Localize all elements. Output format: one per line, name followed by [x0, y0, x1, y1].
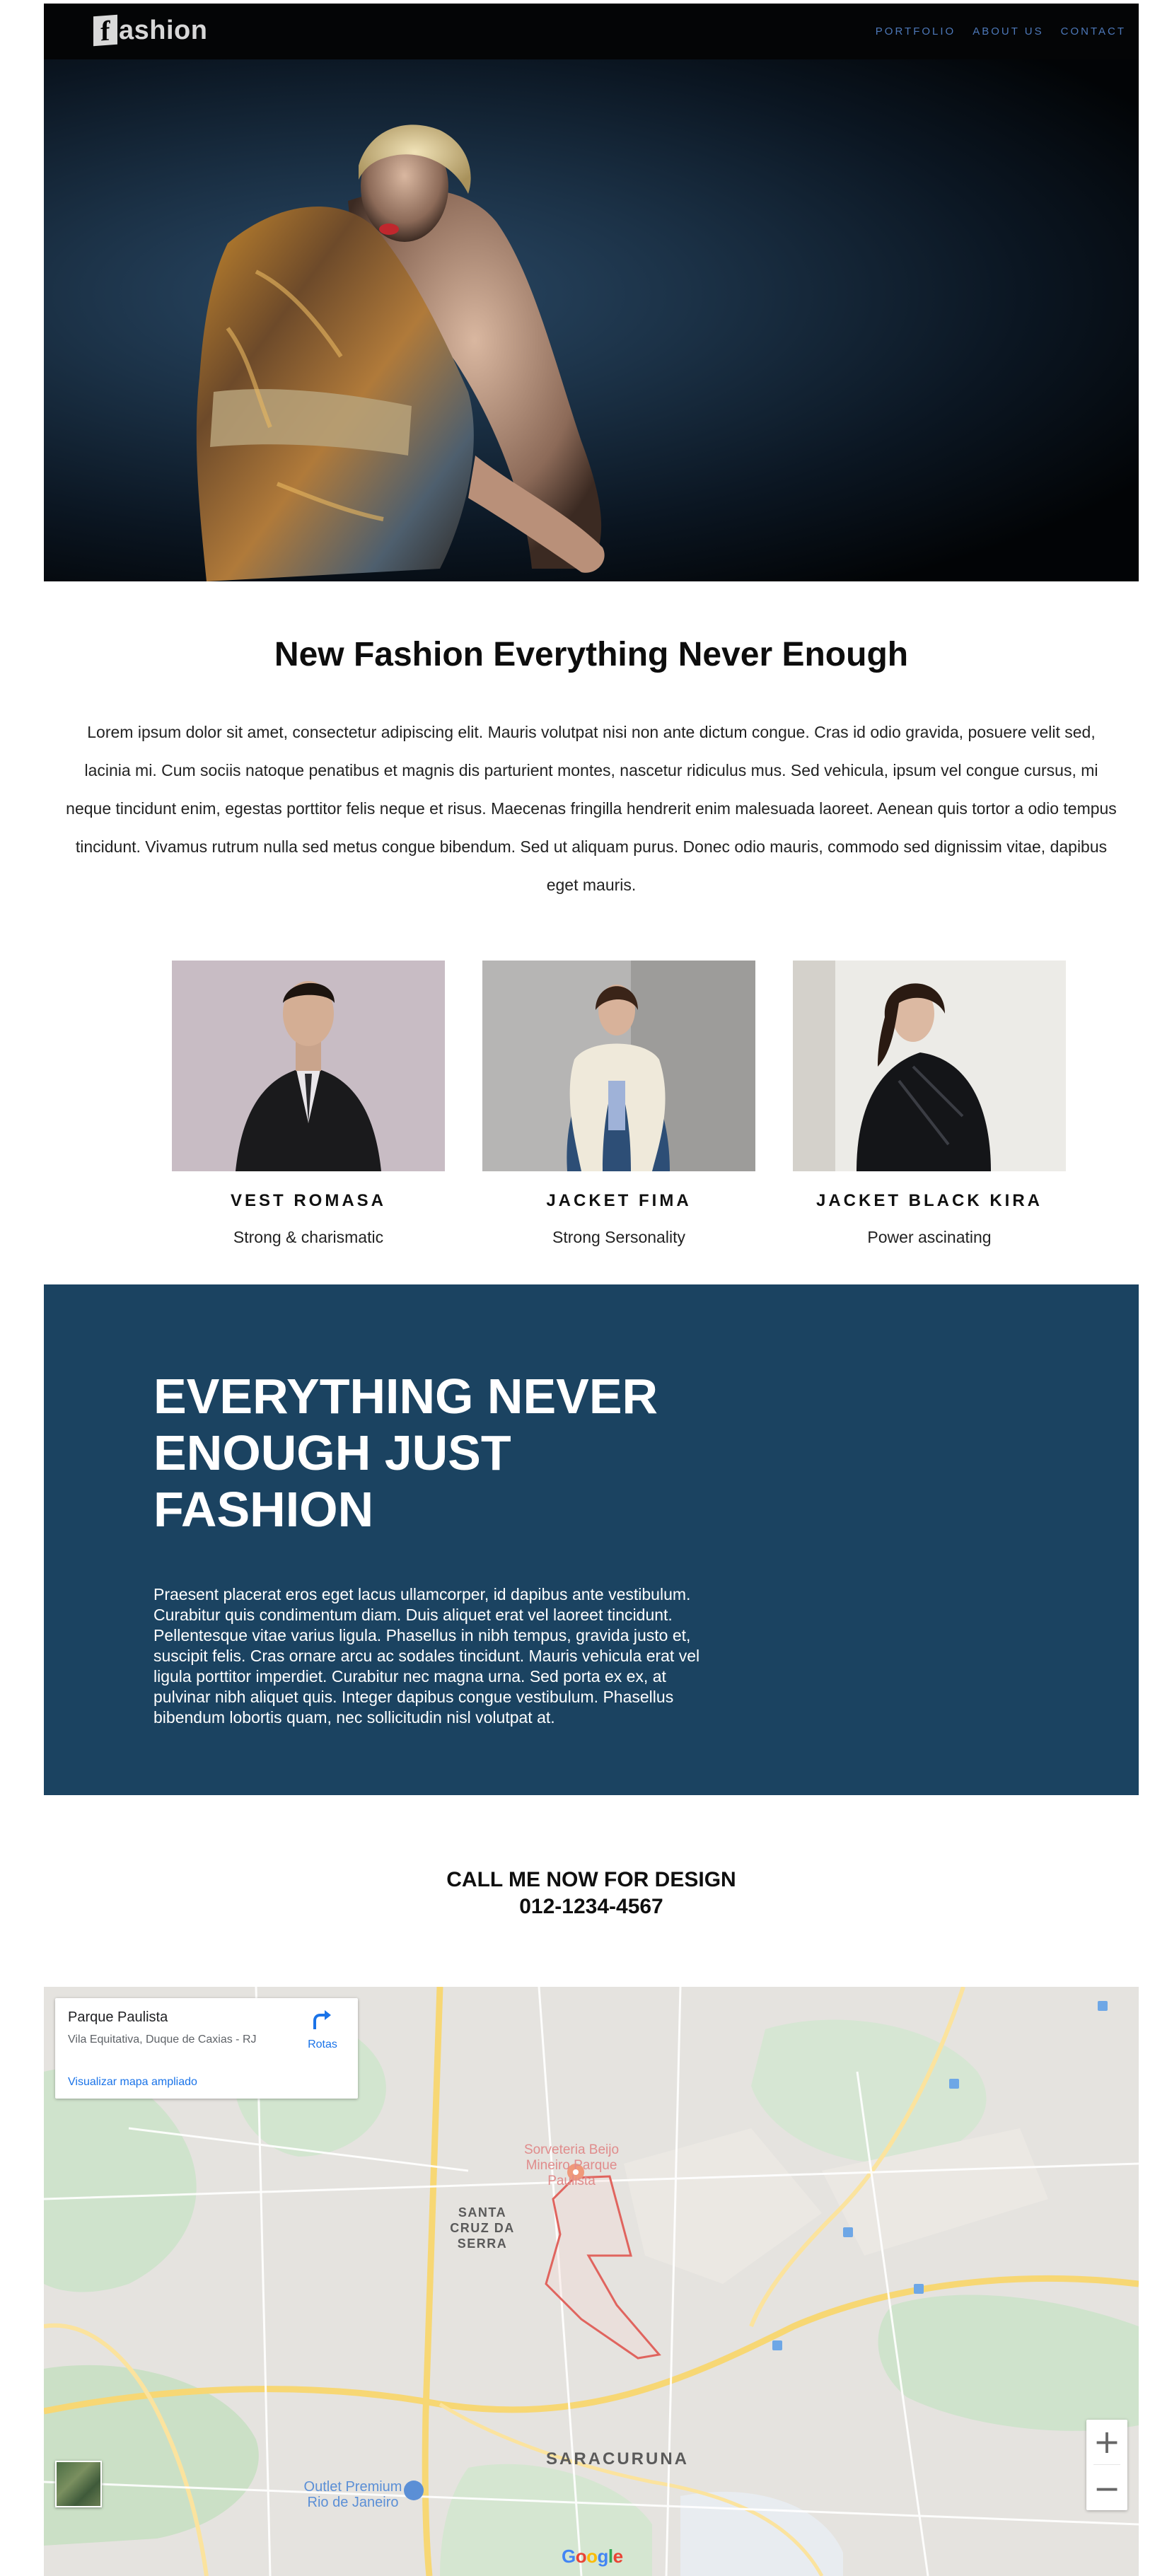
satellite-toggle[interactable] — [55, 2461, 102, 2507]
product-tagline: Power ascinating — [867, 1228, 992, 1246]
product-photo-illustration — [793, 961, 1066, 1171]
nav-link-contact[interactable]: CONTACT — [1061, 25, 1126, 37]
product-card-jacket-black-kira[interactable]: JACKET BLACK KIRA Power ascinating — [793, 961, 1066, 1247]
map-place-name: Parque Paulista — [68, 2009, 168, 2025]
product-tagline: Strong Sersonality — [552, 1228, 685, 1246]
directions-button[interactable]: Rotas — [301, 2008, 344, 2051]
directions-icon — [310, 2010, 335, 2035]
call-phone[interactable]: 012-1234-4567 — [44, 1893, 1139, 1920]
map-outlet-label: Outlet Premium Rio de Janeiro — [303, 2479, 402, 2510]
intro-title: New Fashion Everything Never Enough — [274, 636, 909, 673]
view-larger-map-link[interactable]: Visualizar mapa ampliado — [68, 2076, 197, 2089]
product-card-jacket-fima[interactable]: JACKET FIMA Strong Sersonality — [482, 961, 755, 1247]
product-photo[interactable] — [793, 961, 1066, 1171]
product-name: VEST ROMASA — [230, 1191, 386, 1210]
top-nav: f ashion PORTFOLIO ABOUT US CONTACT — [44, 4, 1139, 59]
feature-banner: EVERYTHING NEVER ENOUGH JUST FASHION Pra… — [44, 1284, 1139, 1795]
map-info-card: Parque Paulista Vila Equitativa, Duque d… — [55, 1998, 358, 2099]
intro-text: Lorem ipsum dolor sit amet, consectetur … — [66, 723, 1117, 894]
hero-image — [44, 59, 1139, 581]
product-grid: VEST ROMASA Strong & charismatic JACKET … — [172, 961, 1066, 1258]
google-logo: Google — [562, 2546, 623, 2567]
map-area-label: SARACURUNA — [546, 2449, 689, 2468]
page: f ashion PORTFOLIO ABOUT US CONTACT New … — [44, 4, 1139, 2576]
zoom-divider — [1093, 2464, 1120, 2465]
directions-label: Rotas — [308, 2038, 337, 2050]
nav-link-about-us[interactable]: ABOUT US — [972, 25, 1043, 37]
zoom-out-button[interactable]: − — [1086, 2466, 1127, 2510]
map-poi-label: Sorveteria Beijo Mineiro Parque Paulista — [523, 2142, 620, 2188]
map-place-address: Vila Equitativa, Duque de Caxias - RJ — [68, 2033, 257, 2046]
logo-text: ashion — [119, 15, 208, 45]
banner-text: Praesent placerat eros eget lacus ullamc… — [153, 1585, 700, 1727]
site-logo[interactable]: f ashion — [93, 13, 207, 47]
hero-model-illustration — [196, 124, 605, 581]
call-heading: CALL ME NOW FOR DESIGN — [446, 1868, 736, 1891]
product-photo-illustration — [172, 961, 445, 1171]
zoom-in-button[interactable]: + — [1086, 2420, 1127, 2464]
embedded-map[interactable]: Sorveteria Beijo Mineiro Parque Paulista… — [44, 1987, 1139, 2576]
product-photo[interactable] — [172, 961, 445, 1171]
product-name: JACKET BLACK KIRA — [816, 1191, 1043, 1210]
product-photo-illustration — [482, 961, 755, 1171]
product-photo[interactable] — [482, 961, 755, 1171]
nav-link-portfolio[interactable]: PORTFOLIO — [876, 25, 956, 37]
nav-links: PORTFOLIO ABOUT US CONTACT — [876, 4, 1126, 59]
logo-mark: f — [93, 14, 117, 47]
map-area-label: SANTA CRUZ DA SERRA — [450, 2205, 515, 2251]
zoom-controls: + − — [1086, 2420, 1127, 2510]
product-name: JACKET FIMA — [546, 1191, 692, 1210]
banner-title: EVERYTHING NEVER ENOUGH JUST FASHION — [153, 1369, 658, 1537]
product-card-vest-romasa[interactable]: VEST ROMASA Strong & charismatic — [172, 961, 445, 1247]
product-tagline: Strong & charismatic — [233, 1228, 384, 1246]
call-to-action: CALL ME NOW FOR DESIGN 012-1234-4567 — [44, 1867, 1139, 1920]
